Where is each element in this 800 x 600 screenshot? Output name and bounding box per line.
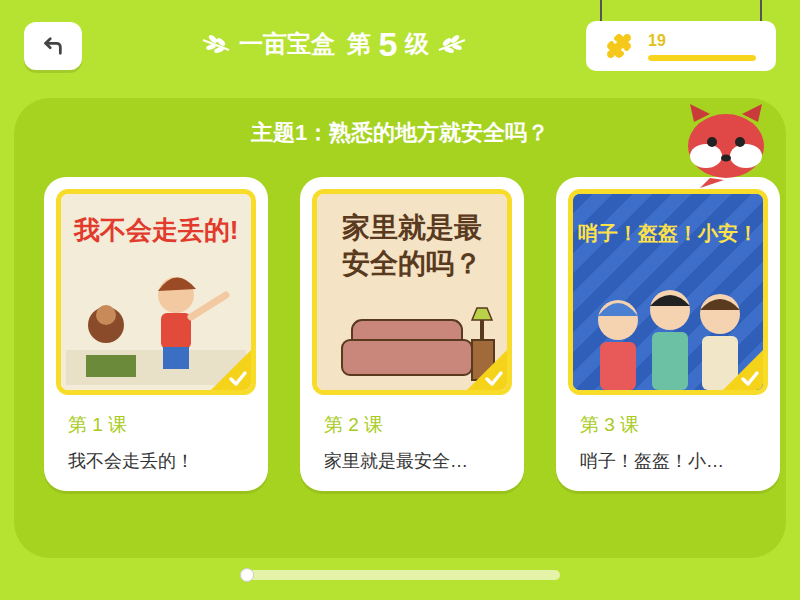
cover-title: 哨子！盔盔！小安！ [578,218,758,248]
back-button[interactable] [24,22,82,70]
score-value: 19 [648,31,756,51]
lesson-list: 我不会走丢的!第 1 课我不会走丢的！家里就是最安全的吗？第 2 课家里就是最安… [14,177,780,491]
score-bar-fill [648,55,756,61]
score-bar [648,55,756,61]
lesson-number: 第 1 课 [56,411,256,440]
cover-frame: 哨子！盔盔！小安！ [568,189,768,395]
level-prefix: 第 [347,26,371,62]
theme-title: 主题1：熟悉的地方就安全吗？ [251,116,549,149]
lesson-card[interactable]: 家里就是最安全的吗？ 第 2 课家里就是最安全… [300,177,524,491]
app-screen: 一亩宝盒第5级19主题1：熟悉的地方就安全吗？我不会走丢的!第 1 课我不会走丢… [0,0,800,600]
completed-check-icon [211,350,251,390]
book-cover: 哨子！盔盔！小安！ [573,194,763,390]
back-arrow-icon [42,35,64,57]
lesson-title: 家里就是最安全… [312,448,512,475]
lesson-number: 第 2 课 [312,411,512,440]
scroll-thumb[interactable] [240,568,254,582]
lesson-title: 我不会走丢的！ [56,448,256,475]
header: 一亩宝盒第5级 19 [0,0,800,98]
cover-frame: 家里就是最安全的吗？ [312,189,512,395]
cover-illustration-icon [66,255,246,385]
kids-icon [578,270,758,390]
book-cover: 我不会走丢的! [61,194,251,390]
completed-check-icon [467,350,507,390]
leaf-icon [201,34,231,54]
sofa-icon [322,300,502,390]
completed-check-icon [723,350,763,390]
cover-title: 我不会走丢的! [74,214,239,247]
lesson-card[interactable]: 哨子！盔盔！小安！ 第 3 课哨子！盔盔！小… [556,177,780,491]
cover-frame: 我不会走丢的! [56,189,256,395]
lesson-number: 第 3 课 [568,411,768,440]
theme-panel: 主题1：熟悉的地方就安全吗？ 我不会走丢的! 第 1 课我不会走丢的！ 家里就是最安全… [14,98,786,558]
book-cover: 家里就是最安全的吗？ [317,194,507,390]
red-panda-mascot-icon [680,102,772,188]
leaf-icon [437,34,467,54]
lesson-title: 哨子！盔盔！小… [568,448,768,475]
level-title: 一亩宝盒第5级 [201,22,468,62]
score-panel: 19 [586,21,776,71]
scrollbar[interactable] [240,570,560,580]
level-suffix: 级 [405,26,429,62]
puzzle-icon [606,33,632,59]
level-number: 5 [379,27,398,61]
cover-title: 家里就是最安全的吗？ [329,210,495,283]
brand-name: 一亩宝盒 [239,26,335,62]
lesson-card[interactable]: 我不会走丢的! 第 1 课我不会走丢的！ [44,177,268,491]
